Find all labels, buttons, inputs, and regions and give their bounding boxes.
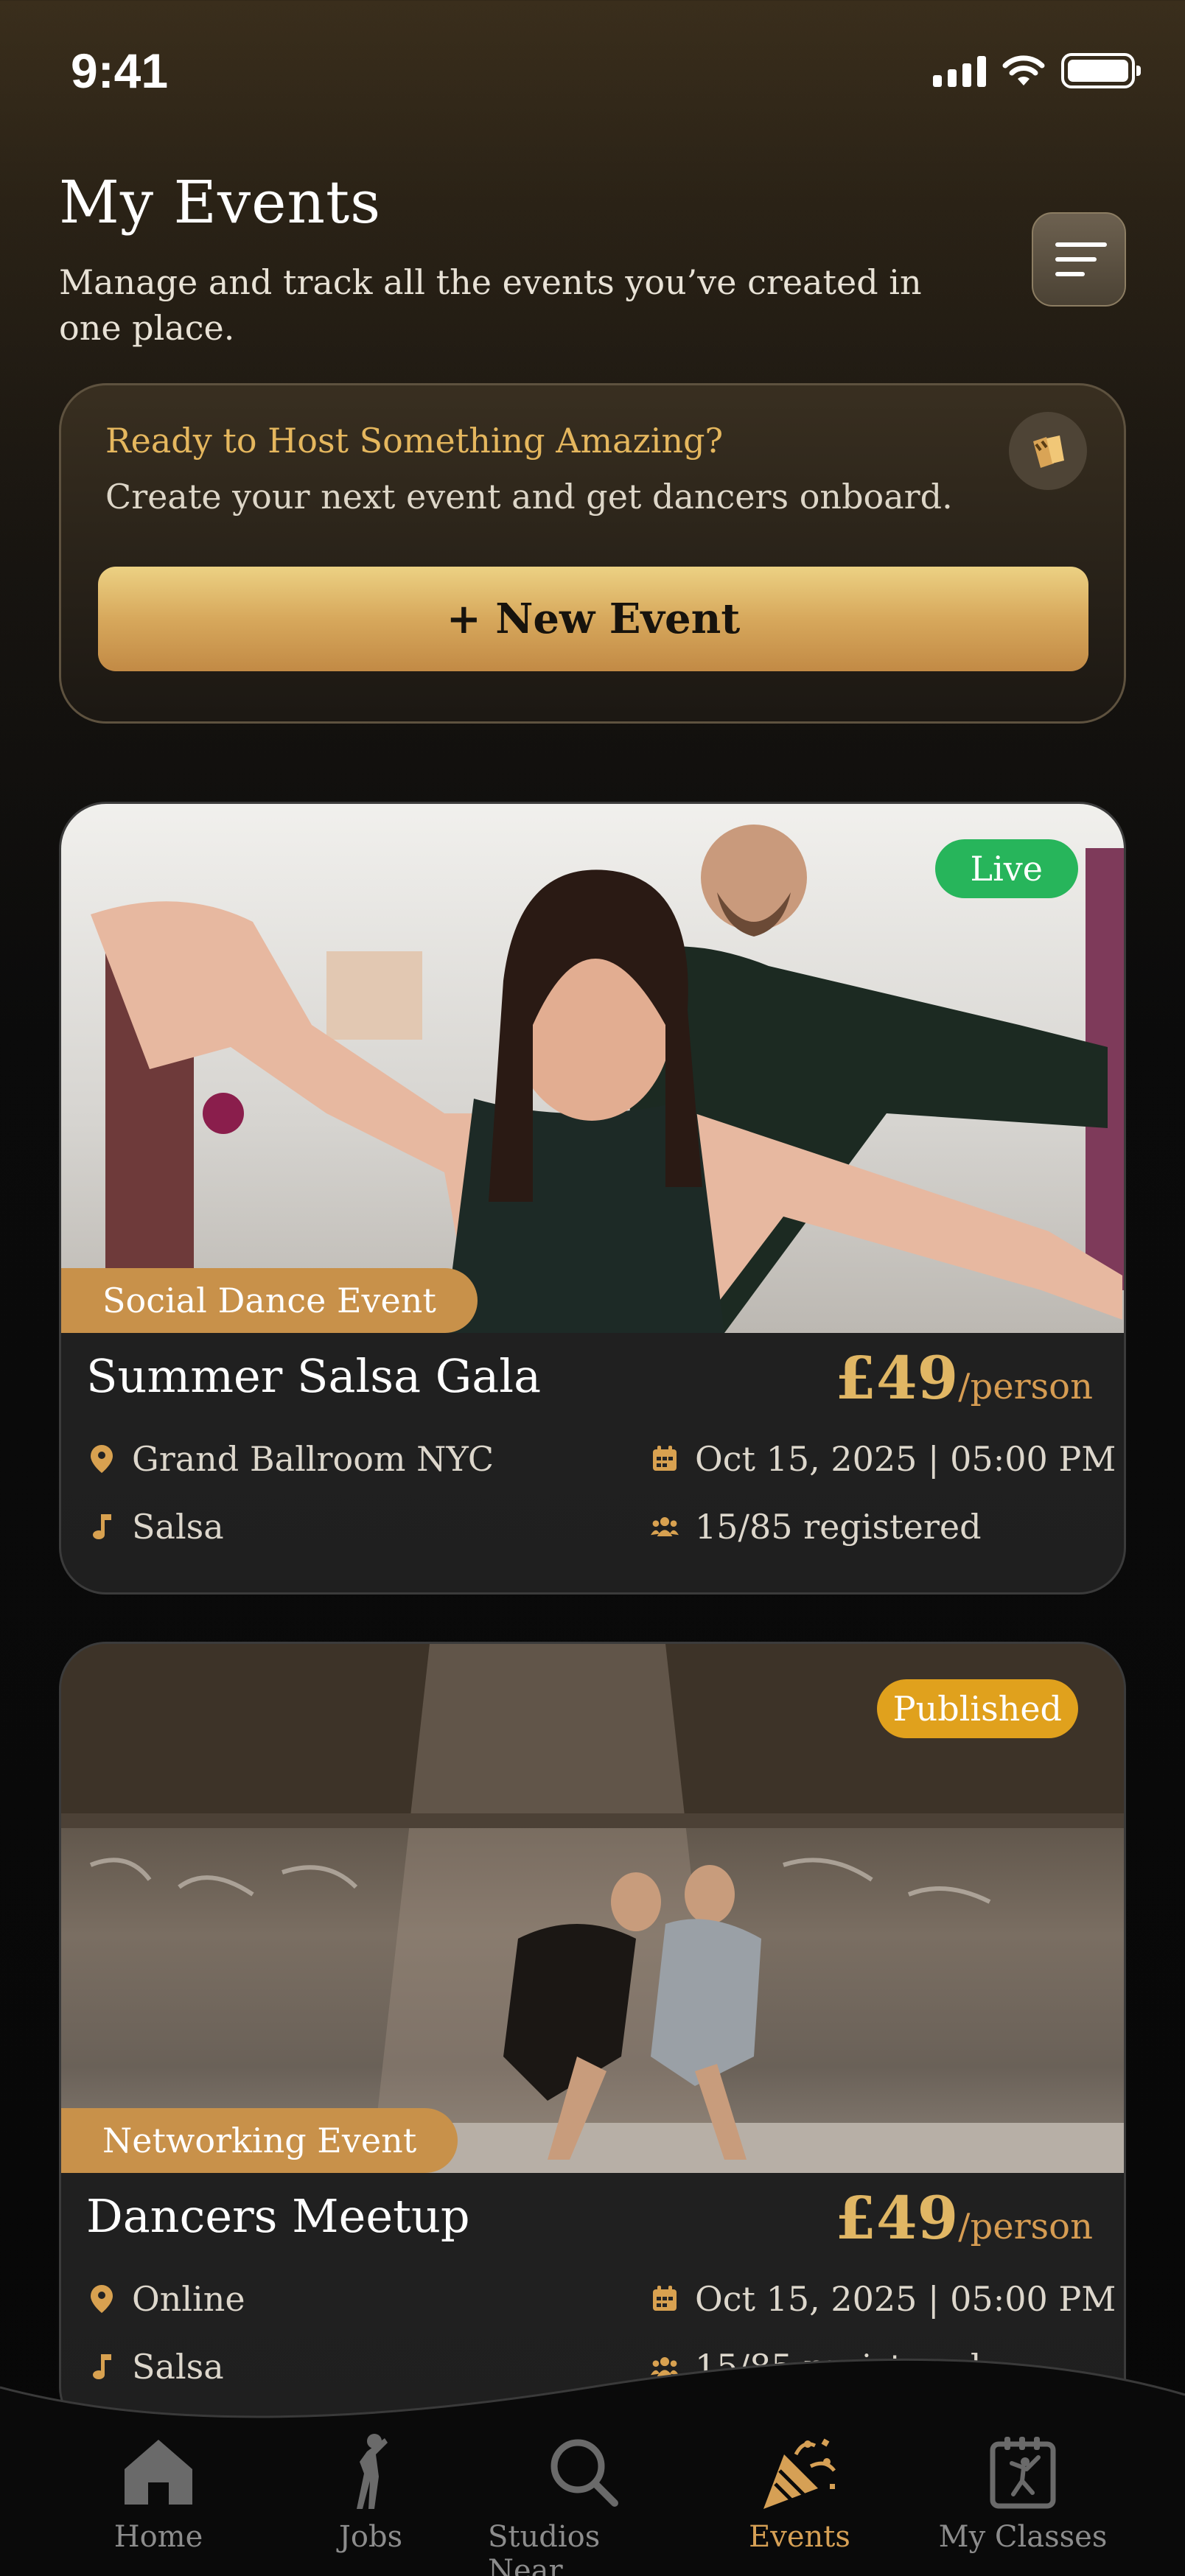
status-badge: Published (876, 1679, 1078, 1738)
event-name: Summer Salsa Gala (86, 1349, 542, 1403)
host-card-subtitle: Create your next event and get dancers o… (105, 477, 953, 517)
event-card[interactable]: Published Networking Event Dancers Meetu… (59, 1642, 1126, 2435)
event-style: Salsa (88, 1507, 224, 1547)
location-text: Grand Ballroom NYC (132, 1439, 494, 1479)
dancer-icon (330, 2432, 411, 2513)
price-amount: £49 (835, 2183, 959, 2253)
bottom-nav: Home Jobs Studios Near Events My Classes (0, 2343, 1185, 2576)
nav-item-my-classes[interactable]: My Classes (927, 2432, 1119, 2554)
event-registered: 15/85 registered (651, 1507, 982, 1547)
nav-item-events[interactable]: Events (704, 2432, 895, 2554)
nav-label: Jobs (338, 2520, 403, 2554)
battery-icon (1061, 53, 1141, 88)
event-location: Grand Ballroom NYC (88, 1439, 494, 1479)
date-time-text: Oct 15, 2025 | 05:00 PM (695, 2279, 1116, 2319)
status-badge: Live (934, 839, 1078, 898)
event-type-tag: Social Dance Event (61, 1268, 478, 1333)
music-note-icon (88, 1513, 116, 1541)
status-bar: 9:41 (0, 0, 1185, 140)
nav-item-jobs[interactable]: Jobs (275, 2432, 466, 2554)
event-type-tag: Networking Event (61, 2108, 458, 2173)
event-date-time: Oct 15, 2025 | 05:00 PM (651, 1439, 1116, 1479)
signal-icon (933, 55, 986, 87)
event-price: £49 /person (835, 2183, 1093, 2253)
search-icon (543, 2432, 624, 2513)
page-subtitle: Manage and track all the events you’ve c… (59, 262, 922, 348)
calendar-icon (651, 2285, 679, 2313)
party-popper-icon (759, 2432, 840, 2513)
calendar-dancer-icon (982, 2432, 1063, 2513)
nav-item-studios-near[interactable]: Studios Near (488, 2432, 679, 2576)
price-unit: /person (958, 1366, 1093, 1407)
nav-label: Events (749, 2520, 850, 2554)
filter-menu-button[interactable] (1032, 212, 1126, 307)
event-name: Dancers Meetup (86, 2189, 470, 2243)
nav-label: Studios Near (488, 2520, 601, 2576)
wifi-icon (1002, 55, 1045, 85)
new-event-button[interactable]: + New Event (98, 567, 1088, 671)
registered-text: 15/85 registered (695, 1507, 982, 1547)
host-card-title: Ready to Host Something Amazing? (105, 421, 724, 461)
nav-label: My Classes (938, 2520, 1108, 2554)
page-title: My Events (59, 168, 382, 237)
event-date-time: Oct 15, 2025 | 05:00 PM (651, 2279, 1116, 2319)
event-location: Online (88, 2279, 245, 2319)
calendar-icon (651, 1445, 679, 1473)
price-unit: /person (958, 2206, 1093, 2247)
home-icon (118, 2432, 199, 2513)
event-card[interactable]: Live Social Dance Event Summer Salsa Gal… (59, 802, 1126, 1595)
style-text: Salsa (132, 1507, 224, 1547)
event-price: £49 /person (835, 1343, 1093, 1413)
status-time: 9:41 (71, 43, 169, 98)
users-icon (651, 1513, 679, 1541)
nav-item-home[interactable]: Home (63, 2432, 254, 2554)
price-amount: £49 (835, 1343, 959, 1413)
clapperboard-icon (1009, 412, 1087, 490)
location-pin-icon (88, 2285, 116, 2313)
nav-label: Home (113, 2520, 203, 2554)
date-time-text: Oct 15, 2025 | 05:00 PM (695, 1439, 1116, 1479)
location-pin-icon (88, 1445, 116, 1473)
status-icons (933, 53, 1141, 88)
host-event-card: Ready to Host Something Amazing? Create … (59, 383, 1126, 724)
location-text: Online (132, 2279, 245, 2319)
